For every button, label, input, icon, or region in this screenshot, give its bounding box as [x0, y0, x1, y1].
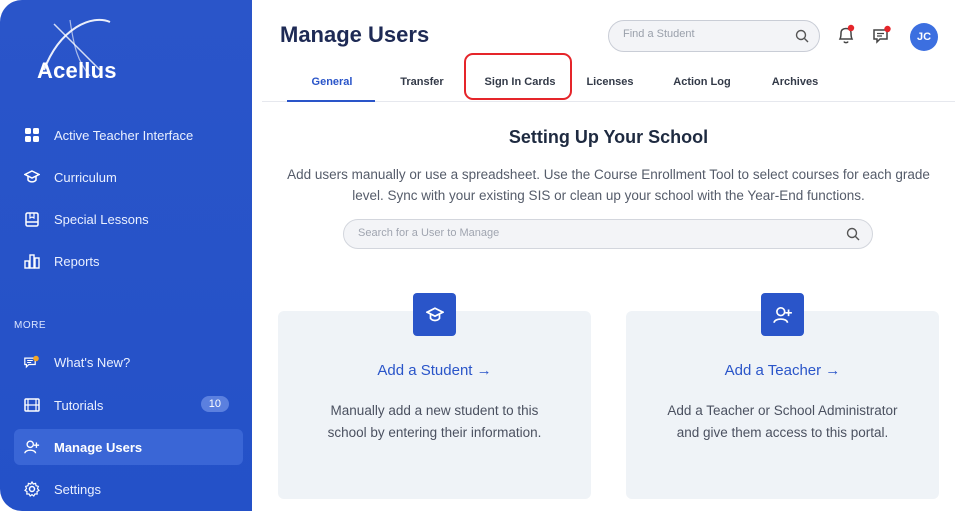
- gear-icon: [24, 481, 40, 497]
- section-title: Setting Up Your School: [508, 127, 709, 147]
- tab-transfer[interactable]: Transfer: [387, 62, 457, 102]
- sidebar-item-tutorials[interactable]: Tutorials 10: [14, 387, 243, 423]
- book-icon: [24, 211, 40, 227]
- graduation-cap-icon: [413, 293, 456, 336]
- sidebar-item-settings[interactable]: Settings: [14, 471, 243, 507]
- sidebar-item-label: Curriculum: [54, 169, 117, 185]
- add-student-link[interactable]: Add a Student →: [278, 362, 591, 379]
- more-section-label: MORE: [14, 320, 46, 331]
- sidebar-item-curriculum[interactable]: Curriculum: [14, 159, 243, 195]
- app-window: Acellus Active Teacher Interface Curricu…: [0, 0, 955, 511]
- grid-icon: [24, 127, 40, 143]
- sidebar-item-label: Tutorials: [54, 397, 104, 413]
- bell-icon[interactable]: [836, 24, 856, 46]
- section-description: Add users manually or use a spreadsheet.…: [287, 167, 930, 203]
- sidebar-item-active-teacher-interface[interactable]: Active Teacher Interface: [14, 117, 243, 153]
- bar-chart-icon: [24, 253, 40, 269]
- sign-in-cards-highlight: [464, 53, 572, 100]
- sidebar-item-label: What's New?: [54, 354, 131, 370]
- sidebar-item-label: Manage Users: [54, 439, 143, 455]
- active-tab-indicator: [287, 100, 375, 102]
- graduation-cap-icon: [24, 169, 40, 185]
- tab-general[interactable]: General: [292, 62, 372, 102]
- sidebar-item-special-lessons[interactable]: Special Lessons: [14, 201, 243, 237]
- add-teacher-link[interactable]: Add a Teacher →: [626, 362, 939, 379]
- sidebar-item-label: Active Teacher Interface: [54, 127, 194, 143]
- add-student-description: Manually add a new student to this schoo…: [327, 403, 542, 440]
- tab-bar: General Transfer Sign In Cards Licenses …: [262, 62, 955, 102]
- page-title: Manage Users: [280, 22, 430, 47]
- user-search[interactable]: [343, 219, 873, 249]
- search-icon[interactable]: [846, 227, 860, 246]
- sidebar-item-whats-new[interactable]: What's New?: [14, 344, 243, 380]
- messages-icon[interactable]: [872, 24, 892, 46]
- sidebar-item-label: Settings: [54, 481, 101, 497]
- chat-notification-icon: [24, 354, 40, 370]
- add-user-icon: [24, 439, 40, 455]
- search-icon[interactable]: [795, 29, 809, 48]
- tab-archives[interactable]: Archives: [758, 62, 832, 102]
- film-icon: [24, 397, 40, 413]
- add-user-icon: [761, 293, 804, 336]
- tab-action-log[interactable]: Action Log: [662, 62, 742, 102]
- tutorials-count-badge: 10: [200, 396, 229, 412]
- find-student-input[interactable]: [623, 28, 783, 40]
- tab-licenses[interactable]: Licenses: [577, 62, 643, 102]
- sidebar-item-label: Reports: [54, 253, 100, 269]
- find-student-search[interactable]: [608, 20, 820, 52]
- user-search-input[interactable]: [358, 227, 818, 239]
- sidebar-item-label: Special Lessons: [54, 211, 149, 227]
- logo-text: Acellus: [37, 58, 117, 83]
- avatar[interactable]: JC: [910, 23, 938, 51]
- sidebar-item-manage-users[interactable]: Manage Users: [14, 429, 243, 465]
- add-teacher-description: Add a Teacher or School Administrator an…: [667, 403, 898, 440]
- sidebar-item-reports[interactable]: Reports: [14, 243, 243, 279]
- sidebar: Acellus Active Teacher Interface Curricu…: [0, 0, 252, 511]
